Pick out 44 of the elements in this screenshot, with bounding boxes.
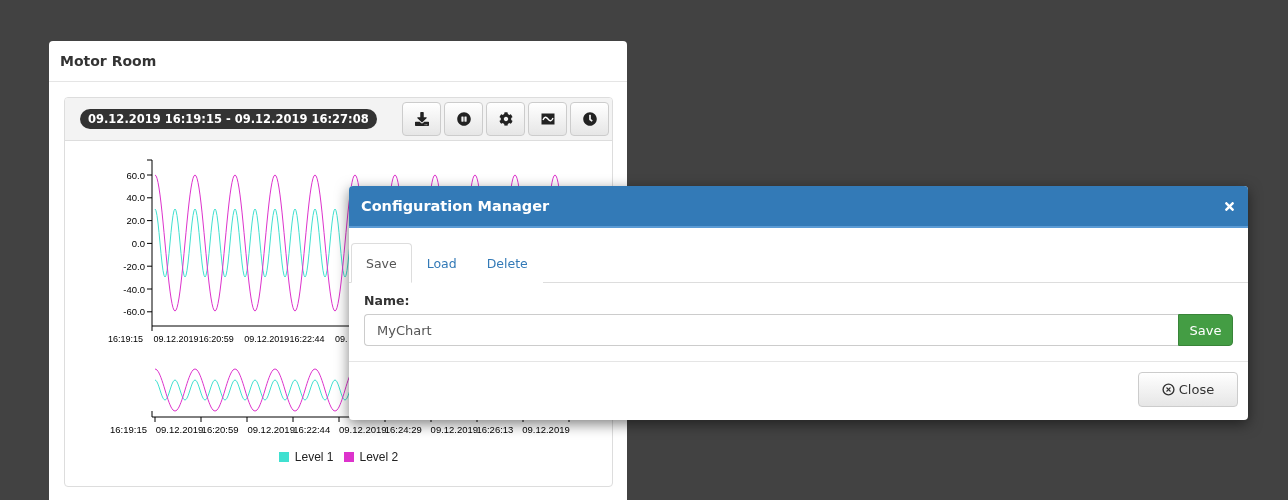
wave-button[interactable] bbox=[528, 102, 567, 136]
legend-label: Level 2 bbox=[359, 450, 399, 464]
x-tick-label: 16:20:59 bbox=[201, 424, 239, 435]
pause-icon bbox=[456, 112, 471, 126]
x-tick-label: 16:26:13 bbox=[476, 424, 514, 435]
field-label: Name: bbox=[364, 293, 411, 308]
pause-button[interactable] bbox=[444, 102, 483, 136]
close-button[interactable]: Close bbox=[1138, 372, 1238, 407]
y-tick-label: -40.0 bbox=[123, 283, 145, 295]
y-tick-label: -60.0 bbox=[123, 306, 145, 318]
name-input[interactable]: MyChart bbox=[364, 314, 1178, 346]
x-tick-label: 09.12.2019 bbox=[430, 424, 479, 435]
y-tick-label: 20.0 bbox=[126, 215, 145, 227]
x-tick-label: 16:24:29 bbox=[384, 424, 422, 435]
download-icon bbox=[414, 112, 429, 126]
clock-icon bbox=[582, 112, 597, 126]
y-tick-label: 0.0 bbox=[131, 237, 145, 249]
x-tick-label: 16:19:15 bbox=[108, 334, 144, 344]
y-tick-label: -20.0 bbox=[123, 260, 145, 272]
x-tick-label: 16:22:44 bbox=[293, 424, 331, 435]
wave-icon bbox=[540, 113, 555, 125]
y-tick-label: 40.0 bbox=[126, 192, 145, 204]
x-tick-label: 09.12.2019 bbox=[339, 424, 387, 435]
x-tick-label: 09.12.2019 bbox=[522, 424, 570, 435]
close-circle-icon bbox=[1161, 383, 1175, 396]
x-tick-label: 09.12.2019 bbox=[244, 334, 290, 344]
x-tick-label: 09.12.2019 bbox=[155, 424, 204, 435]
settings-icon bbox=[498, 112, 513, 126]
settings-button[interactable] bbox=[486, 102, 525, 136]
x-tick-label: 16:20:59 bbox=[198, 334, 234, 344]
download-button[interactable] bbox=[402, 102, 441, 136]
x-tick-label: 16:22:44 bbox=[289, 334, 325, 344]
clock-button[interactable] bbox=[570, 102, 609, 136]
close-icon[interactable] bbox=[1223, 199, 1236, 213]
panel-title: Motor Room bbox=[60, 53, 157, 69]
x-tick-label: 09.12.2019 bbox=[153, 334, 199, 344]
tab[interactable]: Save bbox=[351, 243, 412, 283]
time-range-badge: 09.12.2019 16:19:15 - 09.12.2019 16:27:08 bbox=[80, 109, 377, 129]
x-tick-label: 16:19:15 bbox=[110, 424, 147, 435]
x-tick-label: 09. bbox=[335, 334, 348, 344]
legend-label: Level 1 bbox=[294, 450, 334, 464]
dialog-title: Configuration Manager bbox=[361, 198, 550, 214]
y-tick-label: 60.0 bbox=[126, 169, 145, 181]
x-tick-label: 09.12.2019 bbox=[247, 424, 295, 435]
